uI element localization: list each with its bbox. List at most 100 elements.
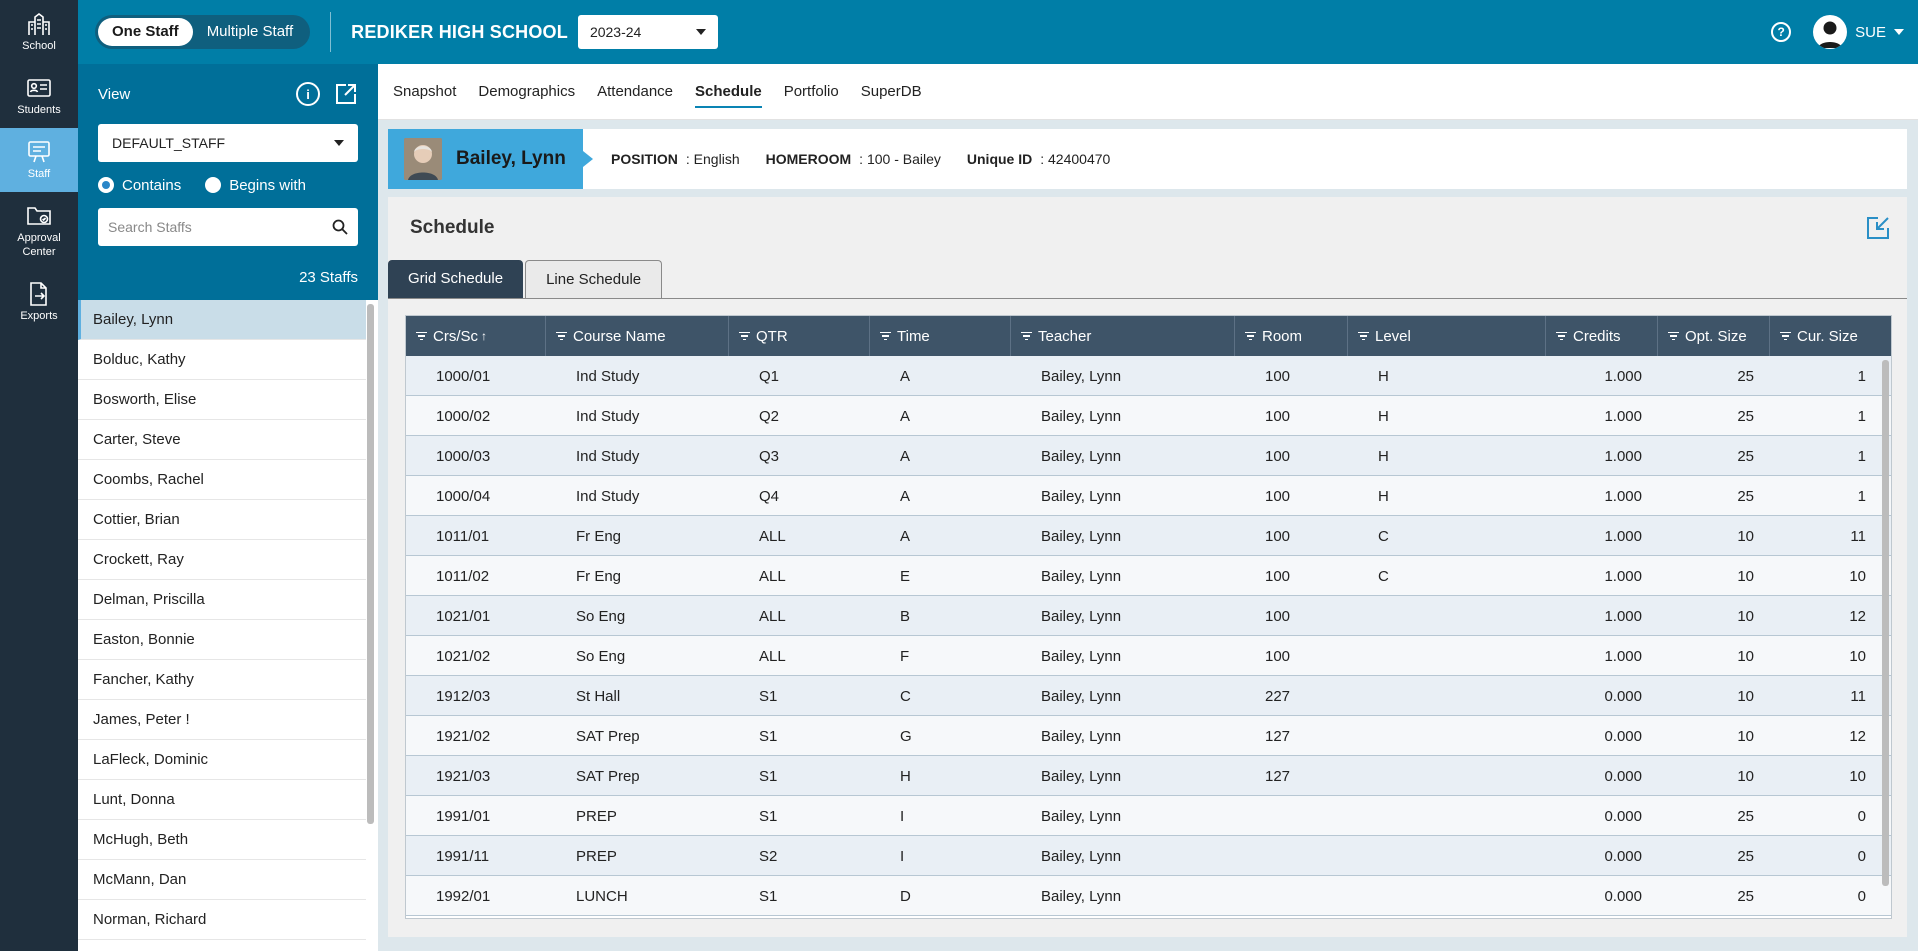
user-name[interactable]: SUE [1855,24,1886,41]
info-icon[interactable]: i [296,82,320,106]
tab-line-schedule[interactable]: Line Schedule [525,260,663,299]
column-header[interactable]: Opt. Size [1658,316,1770,356]
tab-schedule[interactable]: Schedule [695,64,762,120]
chevron-down-icon[interactable] [1894,29,1904,35]
staff-item[interactable]: Fancher, Kathy [78,660,366,700]
tab-attendance[interactable]: Attendance [597,64,673,120]
sort-ascending-icon[interactable]: ↑ [481,329,487,343]
radio-contains[interactable]: Contains [98,177,181,194]
column-header[interactable]: Crs/Sc ↑ [406,316,546,356]
staff-item[interactable]: Easton, Bonnie [78,620,366,660]
column-header[interactable]: Room [1235,316,1348,356]
avatar[interactable] [1813,15,1848,49]
staff-item[interactable]: Bolduc, Kathy [78,340,366,380]
rail-item-school[interactable]: School [0,0,78,64]
table-row[interactable]: 1991/11 PREP S2 I Bailey, Lynn 0.000 25 0 [406,836,1891,876]
staff-item[interactable]: Crockett, Ray [78,540,366,580]
filter-icon[interactable] [416,330,427,343]
table-row[interactable]: 1921/03 SAT Prep S1 H Bailey, Lynn 127 0.000 10… [406,756,1891,796]
staff-item[interactable]: James, Peter ! [78,700,366,740]
schedule-card: Schedule Grid Schedule Line Schedule Crs… [388,197,1907,937]
year-select[interactable]: 2023-24 [577,15,718,49]
staff-item[interactable]: Cottier, Brian [78,500,366,540]
filter-icon[interactable] [880,330,891,343]
radio-button-checked[interactable] [98,177,114,193]
column-header[interactable]: Course Name [546,316,729,356]
chevron-down-icon [695,29,706,35]
staff-item[interactable]: Bosworth, Elise [78,380,366,420]
staff-item[interactable]: McMann, Dan [78,860,366,900]
column-header[interactable]: Level [1348,316,1546,356]
filter-icon[interactable] [739,330,750,343]
open-external-icon[interactable] [334,82,358,106]
staff-item[interactable]: Delman, Priscilla [78,580,366,620]
table-cell [1235,796,1348,836]
rail-item-students[interactable]: Students [0,64,78,128]
help-icon[interactable]: ? [1771,22,1792,42]
filter-icon[interactable] [556,330,567,343]
tab-grid-schedule[interactable]: Grid Schedule [388,260,524,298]
tab-portfolio[interactable]: Portfolio [784,64,839,120]
table-row[interactable]: 1912/03 St Hall S1 C Bailey, Lynn 227 0.000 10 1… [406,676,1891,716]
table-row[interactable]: 1991/01 PREP S1 I Bailey, Lynn 0.000 25 0 [406,796,1891,836]
column-header[interactable]: Credits [1546,316,1658,356]
table-row[interactable]: 1011/01 Fr Eng ALL A Bailey, Lynn 100 C 1.000 10… [406,516,1891,556]
table-cell: Bailey, Lynn [1041,807,1122,825]
staff-item[interactable]: Carter, Steve [78,420,366,460]
table-cell: Fr Eng [576,527,622,545]
tab-superdb[interactable]: SuperDB [861,64,922,120]
column-header[interactable]: Teacher [1011,316,1235,356]
staff-item[interactable]: Bailey, Lynn [78,300,366,340]
collapse-icon[interactable] [1865,215,1891,241]
table-cell: H [900,767,911,785]
table-cell: 1.000 [1604,407,1642,425]
staff-count: 23 Staffs [299,269,358,286]
staff-item[interactable]: Norman, Richard [78,900,366,940]
column-header[interactable]: QTR [729,316,870,356]
rail-item-staff[interactable]: Staff [0,128,78,192]
staff-item[interactable]: Coombs, Rachel [78,460,366,500]
filter-icon[interactable] [1358,330,1369,343]
rail-item-approval-center[interactable]: Approval Center [0,192,78,270]
table-cell: 1000/03 [436,447,491,465]
radio-begins-with[interactable]: Begins with [205,177,306,194]
table-row[interactable]: 1000/02 Ind Study Q2 A Bailey, Lynn 100 H 1.000… [406,396,1891,436]
tab-snapshot[interactable]: Snapshot [393,64,456,120]
homeroom-label: HOMEROOM [765,151,852,167]
table-cell: S1 [759,767,778,785]
multiple-staff-toggle[interactable]: Multiple Staff [193,18,307,46]
main-tabs: Snapshot Demographics Attendance Schedul… [378,64,1918,120]
user-avatar-icon [1818,21,1843,48]
table-row[interactable]: 1000/03 Ind Study Q3 A Bailey, Lynn 100 H 1.000… [406,436,1891,476]
staff-item[interactable]: LaFleck, Dominic [78,740,366,780]
schedule-grid: Crs/Sc ↑ Course Name QTR Time Teacher Room Leve… [405,315,1892,919]
tab-demographics[interactable]: Demographics [478,64,575,120]
filter-icon[interactable] [1780,330,1791,343]
table-row[interactable]: 1021/02 So Eng ALL F Bailey, Lynn 100 1.000 10 1… [406,636,1891,676]
filter-icon[interactable] [1021,330,1032,343]
one-staff-toggle[interactable]: One Staff [98,18,193,46]
table-row[interactable]: 1011/02 Fr Eng ALL E Bailey, Lynn 100 C 1.000 10… [406,556,1891,596]
staff-item[interactable]: Lunt, Donna [78,780,366,820]
staff-list-scrollbar[interactable] [367,304,374,824]
filter-icon[interactable] [1245,330,1256,343]
filter-icon[interactable] [1668,330,1679,343]
table-cell [1348,716,1546,756]
radio-button-unchecked[interactable] [205,177,222,193]
table-row[interactable]: 1000/01 Ind Study Q1 A Bailey, Lynn 100 H 1.000… [406,356,1891,396]
view-select[interactable]: DEFAULT_STAFF [98,124,358,162]
table-row[interactable]: 1992/01 LUNCH S1 D Bailey, Lynn 0.000 25 0 [406,876,1891,916]
search-icon[interactable] [332,219,348,235]
column-header[interactable]: Time [870,316,1011,356]
column-header[interactable]: Cur. Size [1770,316,1882,356]
table-row[interactable]: 1021/01 So Eng ALL B Bailey, Lynn 100 1.000 10 1… [406,596,1891,636]
table-row[interactable]: 1000/04 Ind Study Q4 A Bailey, Lynn 100 H 1.000… [406,476,1891,516]
filter-icon[interactable] [1556,330,1567,343]
staff-item[interactable]: McHugh, Beth [78,820,366,860]
rail-item-exports[interactable]: Exports [0,270,78,334]
table-row[interactable]: 1921/02 SAT Prep S1 G Bailey, Lynn 127 0.000 10… [406,716,1891,756]
staff-search-input[interactable] [108,219,332,235]
column-header-label: Room [1262,327,1303,345]
table-cell: 1.000 [1604,567,1642,585]
grid-scrollbar[interactable] [1882,360,1889,886]
